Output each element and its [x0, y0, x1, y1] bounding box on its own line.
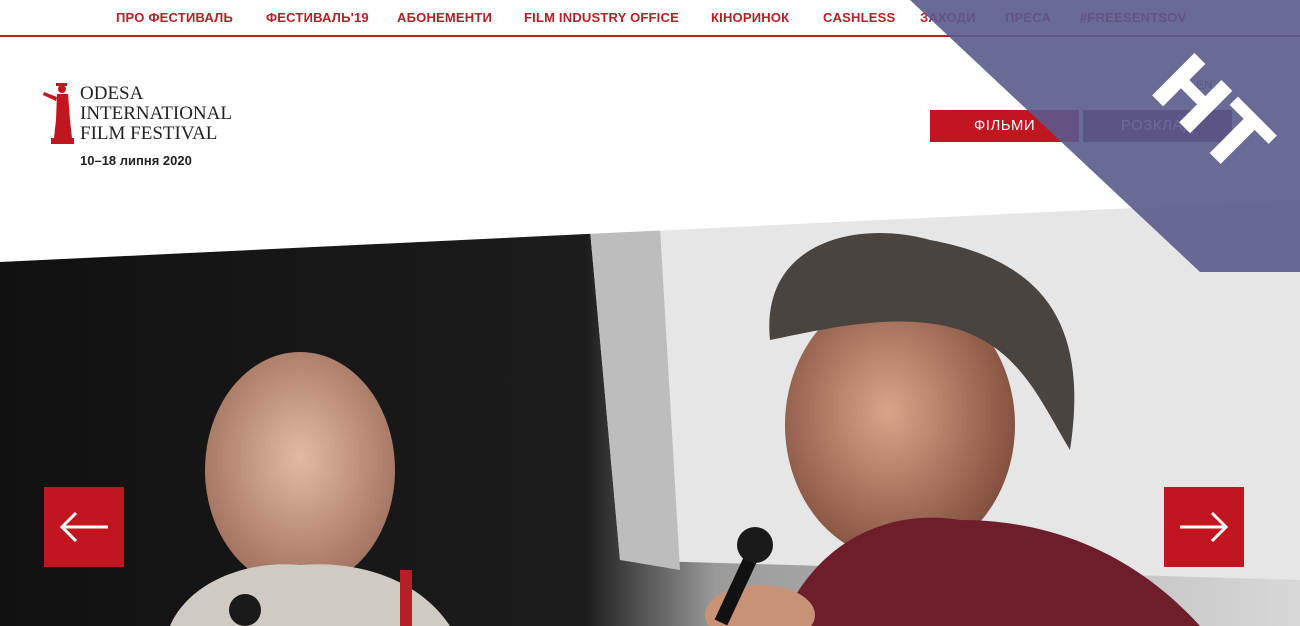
top-navigation: ПРО ФЕСТИВАЛЬ ФЕСТИВАЛЬ'19 АБОНЕМЕНТИ FI…: [0, 0, 1300, 37]
festival-logo[interactable]: ODESA INTERNATIONAL FILM FESTIVAL 10–18 …: [42, 80, 242, 175]
nav-item-freesentsov[interactable]: #FREESENTSOV: [1080, 10, 1186, 25]
arrow-left-icon: [59, 511, 108, 543]
films-button[interactable]: ФІЛЬМИ: [930, 110, 1079, 142]
nav-item-cashless[interactable]: CASHLESS: [823, 10, 895, 25]
prev-slide-button[interactable]: [44, 487, 124, 567]
nav-item-about[interactable]: ПРО ФЕСТИВАЛЬ: [116, 10, 233, 25]
nav-item-events[interactable]: ЗАХОДИ: [920, 10, 976, 25]
hero-slider: [0, 200, 1300, 626]
statue-icon: [43, 83, 74, 144]
badge-text[interactable]: HT: [1118, 23, 1300, 207]
logo-line-film-festival: FILM FESTIVAL: [80, 123, 218, 144]
logo-line-odesa: ODESA: [80, 83, 144, 104]
nav-items: ПРО ФЕСТИВАЛЬ ФЕСТИВАЛЬ'19 АБОНЕМЕНТИ FI…: [0, 0, 1300, 35]
logo-line-international: INTERNATIONAL: [80, 103, 232, 124]
arrow-right-icon: [1180, 511, 1229, 543]
nav-item-film-market[interactable]: КІНОРИНОК: [711, 10, 789, 25]
festival-dates: 10–18 липня 2020: [80, 153, 192, 168]
nav-item-press[interactable]: ПРЕСА: [1005, 10, 1051, 25]
next-slide-button[interactable]: [1164, 487, 1244, 567]
nav-item-passes[interactable]: АБОНЕМЕНТИ: [397, 10, 492, 25]
nav-item-festival19[interactable]: ФЕСТИВАЛЬ'19: [266, 10, 369, 25]
hero-photo: [0, 200, 1300, 626]
nav-item-film-industry-office[interactable]: FILM INDUSTRY OFFICE: [524, 10, 679, 25]
